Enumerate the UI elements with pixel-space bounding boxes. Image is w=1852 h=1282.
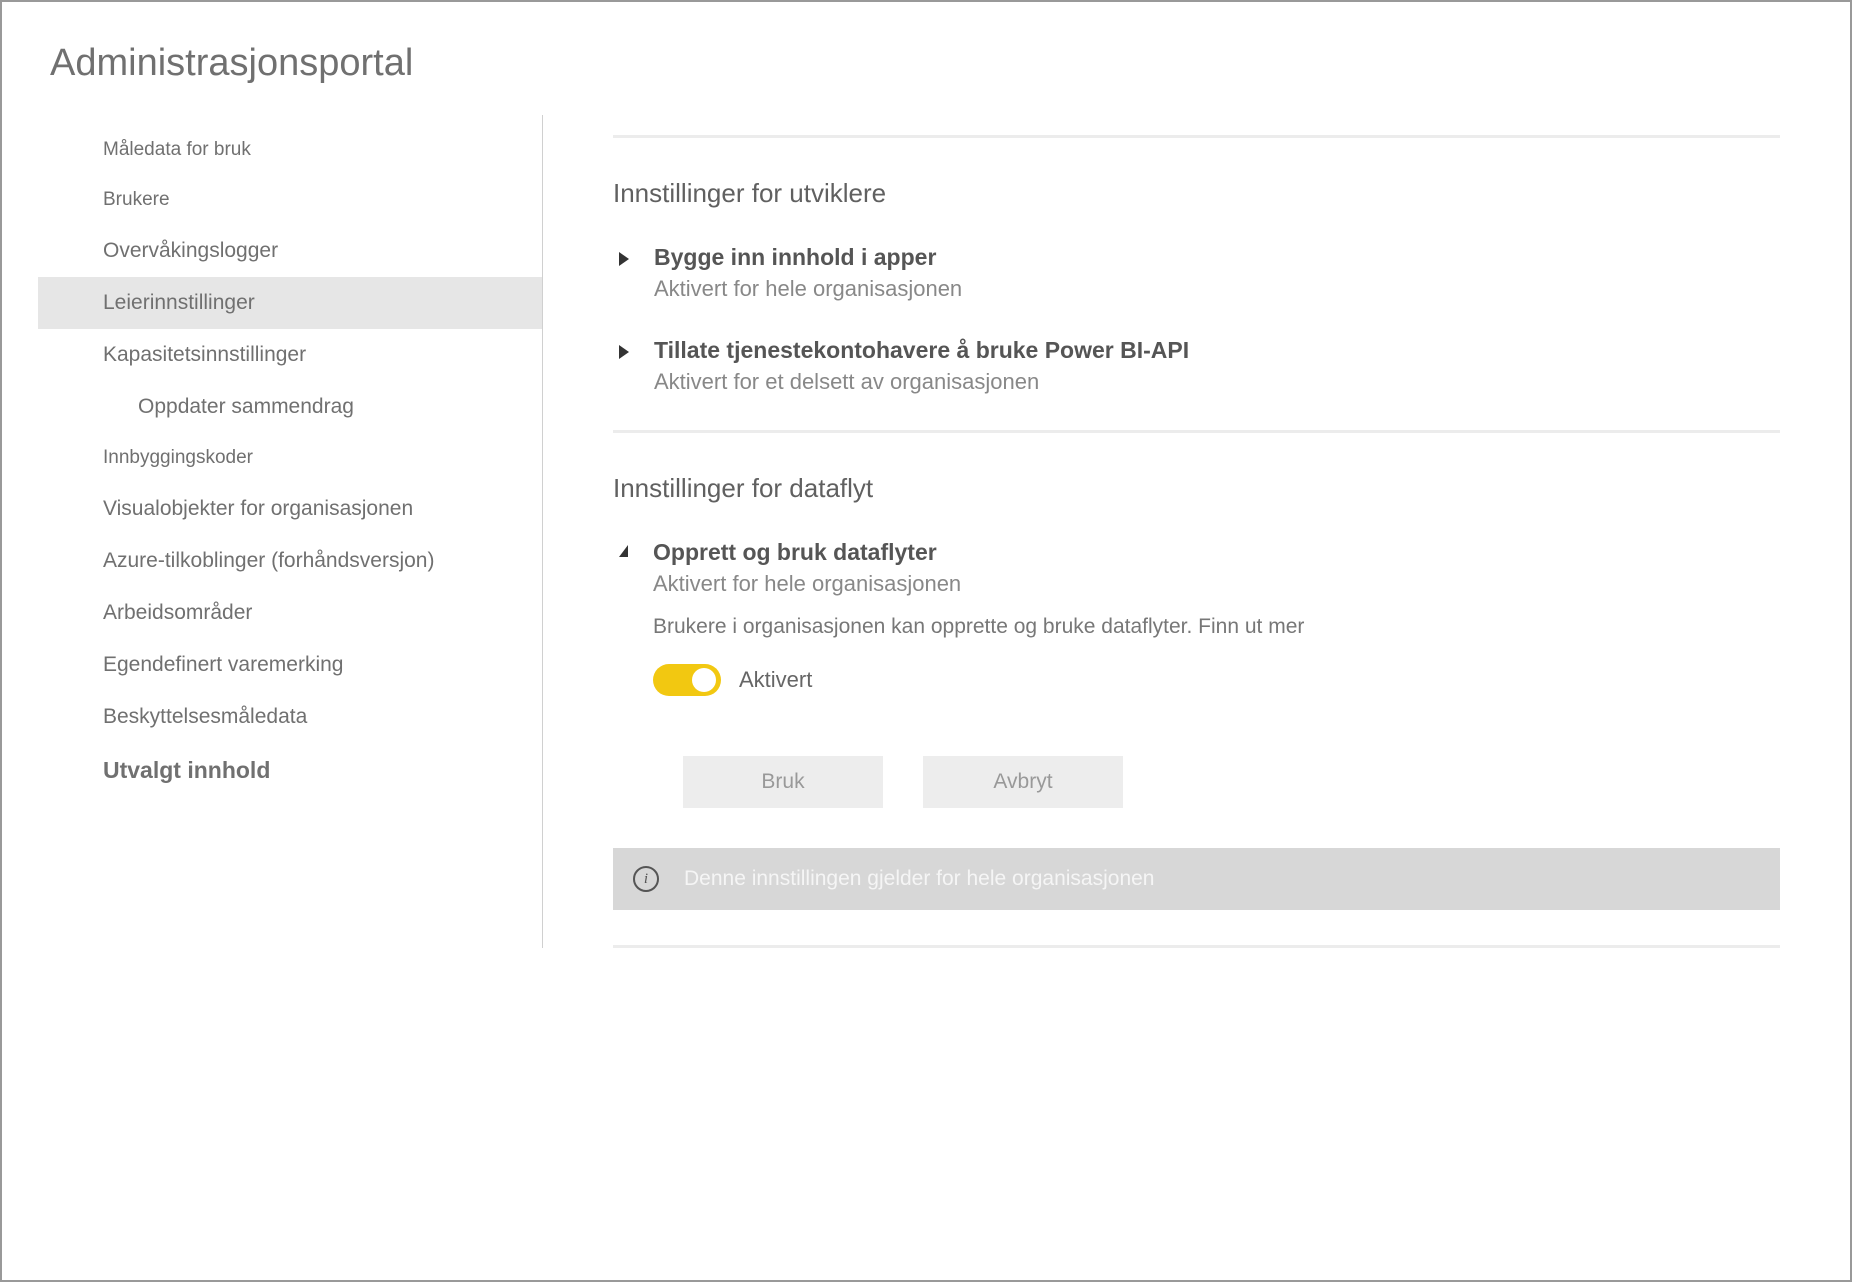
sidebar-item-overvakingslogger[interactable]: Overvåkingslogger bbox=[38, 225, 542, 277]
page-title: Administrasjonsportal bbox=[2, 2, 1850, 115]
sidebar-item-brukere[interactable]: Brukere bbox=[38, 175, 542, 225]
apply-button[interactable]: Bruk bbox=[683, 756, 883, 808]
setting-name: Opprett og bruk dataflyter bbox=[653, 539, 1780, 566]
section-divider bbox=[613, 945, 1780, 948]
sidebar-item-utvalgt-innhold[interactable]: Utvalgt innhold bbox=[38, 743, 542, 798]
sidebar-item-leierinnstillinger[interactable]: Leierinnstillinger bbox=[38, 277, 542, 329]
expand-right-icon bbox=[619, 345, 629, 359]
setting-description: Brukere i organisasjonen kan opprette og… bbox=[653, 615, 1780, 639]
expand-right-icon bbox=[619, 252, 629, 266]
toggle-label: Aktivert bbox=[739, 667, 812, 693]
sidebar-item-visualobjekter[interactable]: Visualobjekter for organisasjonen bbox=[38, 483, 542, 535]
sidebar: Måledata for bruk Brukere Overvåkingslog… bbox=[38, 115, 543, 948]
setting-name: Tillate tjenestekontohavere å bruke Powe… bbox=[654, 337, 1780, 364]
sidebar-item-maledata[interactable]: Måledata for bruk bbox=[38, 125, 542, 175]
toggle-aktivert[interactable] bbox=[653, 664, 721, 696]
setting-bygge-inn[interactable]: Bygge inn innhold i apper Aktivert for h… bbox=[613, 244, 1780, 302]
cancel-button[interactable]: Avbryt bbox=[923, 756, 1123, 808]
toggle-knob bbox=[692, 668, 716, 692]
section-title-utviklere: Innstillinger for utviklere bbox=[613, 178, 1780, 209]
section-title-dataflyt: Innstillinger for dataflyt bbox=[613, 473, 1780, 504]
info-icon: i bbox=[633, 866, 659, 892]
toggle-row: Aktivert bbox=[653, 664, 1780, 696]
setting-tillate-tjenestekontohavere[interactable]: Tillate tjenestekontohavere å bruke Powe… bbox=[613, 337, 1780, 395]
setting-name: Bygge inn innhold i apper bbox=[654, 244, 1780, 271]
sidebar-item-beskyttelsesmaledata[interactable]: Beskyttelsesmåledata bbox=[38, 691, 542, 743]
sidebar-item-azure-tilkoblinger[interactable]: Azure-tilkoblinger (forhåndsversjon) bbox=[38, 535, 542, 587]
info-text: Denne innstillingen gjelder for hele org… bbox=[684, 867, 1154, 891]
section-divider bbox=[613, 430, 1780, 433]
main-content: Innstillinger for utviklere Bygge inn in… bbox=[543, 115, 1850, 948]
expand-up-icon bbox=[619, 545, 628, 557]
sidebar-item-oppdater-sammendrag[interactable]: Oppdater sammendrag bbox=[38, 381, 542, 433]
sidebar-item-egendefinert-varemerking[interactable]: Egendefinert varemerking bbox=[38, 639, 542, 691]
sidebar-item-kapasitetsinnstillinger[interactable]: Kapasitetsinnstillinger bbox=[38, 329, 542, 381]
info-banner: i Denne innstillingen gjelder for hele o… bbox=[613, 848, 1780, 910]
section-divider bbox=[613, 135, 1780, 138]
setting-status: Aktivert for hele organisasjonen bbox=[653, 571, 1780, 597]
setting-status: Aktivert for et delsett av organisasjone… bbox=[654, 369, 1780, 395]
sidebar-item-innbyggingskoder[interactable]: Innbyggingskoder bbox=[38, 433, 542, 483]
setting-opprett-dataflyter[interactable]: Opprett og bruk dataflyter Aktivert for … bbox=[613, 539, 1780, 848]
button-row: Bruk Avbryt bbox=[653, 756, 1780, 808]
setting-status: Aktivert for hele organisasjonen bbox=[654, 276, 1780, 302]
sidebar-item-arbeidsomrader[interactable]: Arbeidsområder bbox=[38, 587, 542, 639]
